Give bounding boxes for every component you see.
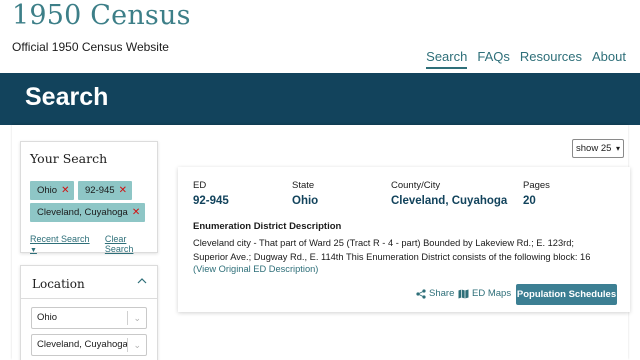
ed-maps-button[interactable]: ED Maps	[458, 288, 511, 299]
pages-value: 20	[523, 195, 536, 207]
your-search-panel: Your Search Ohio ✕ 92-945 ✕ Cleveland, Cuy…	[20, 141, 158, 254]
description-heading: Enumeration District Description	[193, 221, 342, 232]
state-select-value: Ohio	[37, 312, 58, 323]
search-links: Recent Search ▼ Clear Search	[30, 234, 157, 254]
remove-icon[interactable]: ✕	[61, 185, 69, 196]
pages-label: Pages	[523, 180, 550, 191]
your-search-heading: Your Search	[30, 151, 108, 166]
state-select[interactable]: Ohio ⌄	[31, 307, 147, 329]
remove-icon[interactable]: ✕	[119, 185, 127, 196]
view-original-link[interactable]: (View Original ED Description)	[193, 264, 318, 274]
county-value: Cleveland, Cuyahoga	[391, 195, 508, 207]
state-label: State	[292, 180, 315, 191]
divider	[21, 298, 157, 299]
ed-maps-label: ED Maps	[472, 288, 512, 299]
page-size-value: show 25	[576, 143, 612, 154]
chip-label: Ohio	[37, 185, 58, 196]
ed-label: ED	[193, 180, 207, 191]
select-separator	[127, 311, 128, 325]
nav-about[interactable]: About	[592, 49, 626, 69]
chip-label: 92-945	[85, 185, 115, 196]
result-card: ED 92-945 State Ohio County/City Clevela…	[178, 167, 630, 312]
county-label: County/City	[391, 180, 441, 191]
description-text: Cleveland city - That part of Ward 25 (T…	[193, 236, 623, 264]
page-size-select[interactable]: show 25 ▾	[572, 139, 624, 158]
caret-down-icon: ▼	[30, 247, 37, 254]
page-title: Search	[25, 83, 109, 111]
description-line: Cleveland city - That part of Ward 25 (T…	[193, 238, 574, 248]
county-select[interactable]: Cleveland, Cuyahoga ⌄	[31, 334, 147, 356]
chevron-down-icon: ⌄	[133, 340, 141, 350]
filter-chip-ed[interactable]: 92-945 ✕	[78, 181, 132, 200]
share-icon	[416, 288, 426, 299]
nav-faqs[interactable]: FAQs	[477, 49, 510, 69]
site-header: 1950 Census Official 1950 Census Website…	[0, 0, 640, 73]
filter-chip-county[interactable]: Cleveland, Cuyahoga ✕	[30, 203, 146, 222]
chip-label: Cleveland, Cuyahoga	[37, 207, 128, 218]
chevron-down-icon: ⌄	[133, 313, 141, 323]
recent-search-link[interactable]: Recent Search ▼	[30, 234, 98, 254]
location-panel: Location Ohio ⌄ Cleveland, Cuyahoga ⌄	[20, 265, 158, 360]
site-title[interactable]: 1950 Census	[12, 0, 191, 31]
main-nav: Search FAQs Resources About	[426, 49, 626, 69]
description-line: Superior Ave.; Dugway Rd., E. 114th This…	[193, 252, 591, 262]
state-value: Ohio	[292, 195, 319, 207]
chevron-up-icon[interactable]	[137, 276, 147, 286]
select-separator	[127, 338, 128, 352]
map-icon	[458, 289, 469, 298]
remove-icon[interactable]: ✕	[132, 207, 140, 218]
population-schedules-button[interactable]: Population Schedules	[516, 284, 617, 305]
nav-resources[interactable]: Resources	[520, 49, 582, 69]
share-label: Share	[429, 288, 455, 299]
ed-value[interactable]: 92-945	[193, 195, 229, 207]
chevron-down-icon: ▾	[615, 144, 620, 153]
share-button[interactable]: Share	[416, 288, 454, 299]
recent-search-label: Recent Search	[30, 234, 90, 244]
site-subtitle: Official 1950 Census Website	[12, 40, 169, 54]
clear-search-link[interactable]: Clear Search	[105, 234, 157, 254]
nav-search[interactable]: Search	[426, 49, 468, 69]
filter-chip-state[interactable]: Ohio ✕	[30, 181, 75, 200]
location-heading: Location	[32, 277, 85, 291]
county-select-value: Cleveland, Cuyahoga	[37, 339, 128, 350]
